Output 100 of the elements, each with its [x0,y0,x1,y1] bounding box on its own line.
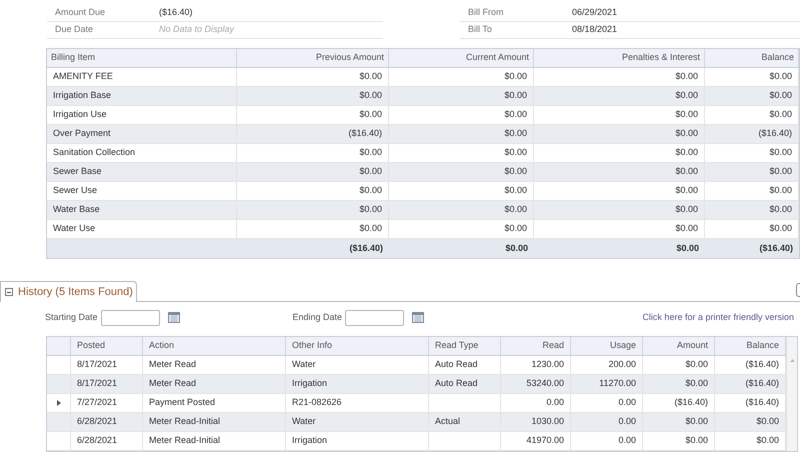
table-cell: 41970.00 [501,432,571,450]
table-cell: $0.00 [389,125,534,143]
column-header[interactable]: Usage [571,337,643,355]
field-label: Due Date [54,23,94,36]
calendar-icon[interactable] [168,312,180,323]
scrollbar[interactable] [786,337,797,451]
column-header[interactable]: Read Type [429,337,501,355]
table-cell: $0.00 [237,163,389,181]
table-cell: Water Use [47,220,237,238]
table-cell: Irrigation Base [47,87,237,105]
table-cell: 1230.00 [501,356,571,374]
table-cell: $0.00 [534,125,705,143]
table-cell: $0.00 [237,68,389,86]
field-label: Bill From [467,6,504,20]
table-cell: $0.00 [705,68,799,86]
column-header[interactable]: Read [501,337,571,355]
column-header[interactable]: Billing Item [47,49,237,67]
table-cell: Irrigation Use [47,106,237,124]
table-cell: $0.00 [643,375,715,393]
table-cell: Auto Read [429,375,501,393]
ending-date-field[interactable] [345,310,404,326]
column-header[interactable]: Current Amount [389,49,534,67]
table-cell: $0.00 [643,356,715,374]
table-cell: $0.00 [237,144,389,162]
table-cell: Over Payment [47,125,237,143]
column-header[interactable]: Penalties & Interest [534,49,705,67]
collapse-icon[interactable] [5,288,13,296]
table-cell: Water Base [47,201,237,219]
table-cell: ($16.40) [705,125,799,143]
table-cell: Irrigation [286,432,429,450]
table-cell: 0.00 [571,394,643,412]
table-cell: $0.00 [237,182,389,200]
field-label: Amount Due [54,6,106,20]
table-cell: Meter Read-Initial [143,432,286,450]
table-cell: $0.00 [705,87,799,105]
table-cell: 0.00 [571,432,643,450]
table-cell: $0.00 [389,106,534,124]
column-header[interactable]: Balance [705,49,799,67]
table-cell: $0.00 [534,144,705,162]
table-cell: $0.00 [237,106,389,124]
table-cell: 6/28/2021 [71,413,143,431]
table-cell: 8/17/2021 [71,375,143,393]
table-cell: R21-082626 [286,394,429,412]
table-cell: $0.00 [534,182,705,200]
table-cell: 8/17/2021 [71,356,143,374]
field-value: 06/29/2021 [572,6,618,20]
table-cell: Irrigation [286,375,429,393]
table-cell: Meter Read [143,375,286,393]
table-cell: 6/28/2021 [71,432,143,450]
table-cell: ($16.40) [237,125,389,143]
table-cell: Sewer Base [47,163,237,181]
table-cell: Payment Posted [143,394,286,412]
table-cell: 11270.00 [571,375,643,393]
field-value: No Data to Display [159,23,234,36]
table-cell: $0.00 [705,144,799,162]
table-cell: $0.00 [389,220,534,238]
table-cell: $0.00 [705,163,799,181]
table-cell: 0.00 [571,413,643,431]
table-cell: 200.00 [571,356,643,374]
column-header[interactable]: Previous Amount [237,49,389,67]
table-cell: $0.00 [389,144,534,162]
starting-date-field[interactable] [100,310,160,326]
table-cell: AMENITY FEE [47,68,237,86]
table-cell: Water [286,413,429,431]
table-cell: $0.00 [389,163,534,181]
restore-icon[interactable] [796,283,800,297]
calendar-icon[interactable] [412,312,424,323]
column-header[interactable]: Posted [71,337,143,355]
field-label: Bill To [467,23,493,36]
field-value: ($16.40) [159,6,193,20]
table-cell: 1030.00 [501,413,571,431]
table-cell: $0.00 [705,182,799,200]
table-cell: $0.00 [237,87,389,105]
table-cell: $0.00 [389,87,534,105]
table-cell: Auto Read [429,356,501,374]
table-cell: $0.00 [705,106,799,124]
history-tab[interactable]: History (5 Items Found) [0,281,137,302]
table-cell: $0.00 [534,106,705,124]
field-value: 08/18/2021 [572,23,618,36]
total-cell-text: ($16.40) [758,242,794,255]
table-cell: $0.00 [389,182,534,200]
table-cell: Sewer Use [47,182,237,200]
table-cell: $0.00 [643,413,715,431]
table-cell: Meter Read [143,356,286,374]
total-cell-text: $0.00 [504,242,529,255]
table-cell: $0.00 [389,201,534,219]
total-cell-text: $0.00 [675,242,700,255]
table-cell: Sanitation Collection [47,144,237,162]
scroll-up-icon[interactable] [790,359,794,362]
table-cell: 7/27/2021 [71,394,143,412]
table-cell: ($16.40) [643,394,715,412]
table-cell: Water [286,356,429,374]
column-header[interactable]: Action [143,337,286,355]
column-header[interactable]: Other Info [286,337,429,355]
column-header[interactable]: Amount [643,337,715,355]
table-cell: $0.00 [534,68,705,86]
ending-date-label: Ending Date [292,310,342,324]
current-row-indicator-icon [56,400,60,406]
table-cell: $0.00 [237,201,389,219]
printer-friendly-link[interactable]: Click here for a printer friendly version [642,310,794,324]
